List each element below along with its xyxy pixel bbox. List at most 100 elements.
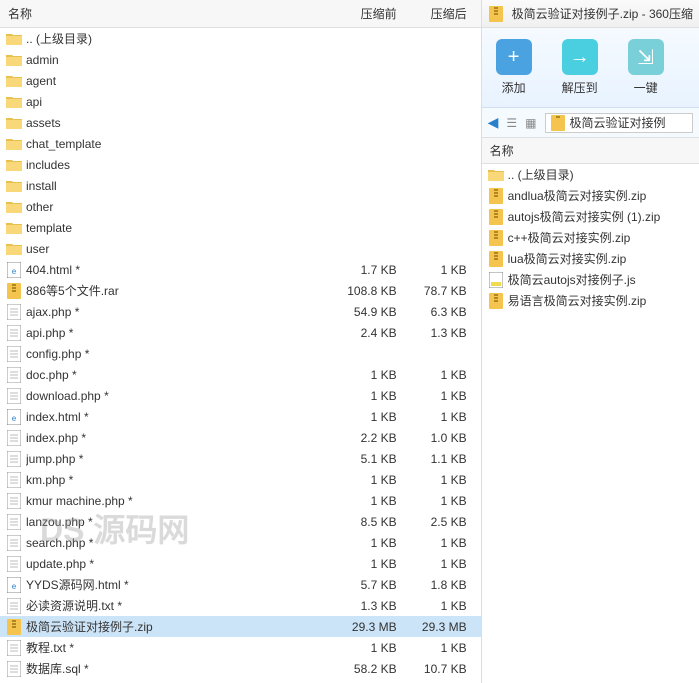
php-icon	[6, 535, 22, 551]
right-column-headers: 名称	[482, 138, 699, 164]
folder-icon	[6, 157, 22, 173]
left-file-list[interactable]: .. (上级目录) admin agent api assetschat_templat…	[0, 28, 481, 683]
file-row[interactable]: index.php *2.2 KB1.0 KB	[0, 427, 481, 448]
file-row[interactable]: api.php *2.4 KB1.3 KB	[0, 322, 481, 343]
file-name: 404.html *	[26, 263, 315, 277]
nav-path-field[interactable]: 极简云验证对接例	[545, 113, 693, 133]
file-row[interactable]: andlua极简云对接实例.zip	[482, 185, 699, 206]
right-file-list[interactable]: .. (上级目录)andlua极简云对接实例.zipautojs极简云对接实例 …	[482, 164, 699, 683]
file-row[interactable]: 数据库.sql *58.2 KB10.7 KB	[0, 658, 481, 679]
file-row[interactable]: 教程.txt *1 KB1 KB	[0, 637, 481, 658]
add-button[interactable]: + 添加	[490, 35, 538, 100]
file-row[interactable]: search.php *1 KB1 KB	[0, 532, 481, 553]
file-row[interactable]: template	[0, 217, 481, 238]
file-name: includes	[26, 158, 315, 172]
file-row[interactable]: config.php *	[0, 343, 481, 364]
file-row[interactable]: e404.html *1.7 KB1 KB	[0, 259, 481, 280]
php-icon	[6, 367, 22, 383]
folder-icon	[6, 199, 22, 215]
file-row[interactable]: 必读资源说明.txt *1.3 KB1 KB	[0, 595, 481, 616]
file-name: agent	[26, 74, 315, 88]
file-row[interactable]: .. (上级目录)	[0, 28, 481, 49]
file-row[interactable]: .. (上级目录)	[482, 164, 699, 185]
file-before-size: 1 KB	[315, 557, 405, 571]
folder-icon	[6, 220, 22, 236]
quick-icon: ⇲	[628, 39, 664, 75]
file-row[interactable]: api	[0, 91, 481, 112]
file-row[interactable]: user	[0, 238, 481, 259]
html-icon: e	[6, 409, 22, 425]
file-row[interactable]: doc.php *1 KB1 KB	[0, 364, 481, 385]
extract-icon: →	[562, 39, 598, 75]
php-icon	[6, 430, 22, 446]
file-after-size: 1.1 KB	[405, 452, 475, 466]
file-row[interactable]: eindex.html *1 KB1 KB	[0, 406, 481, 427]
file-row[interactable]: includes	[0, 154, 481, 175]
extract-button[interactable]: → 解压到	[556, 35, 604, 100]
nav-back-icon[interactable]: ◀	[488, 114, 499, 131]
folder-icon	[6, 178, 22, 194]
zip-icon	[488, 209, 504, 225]
file-before-size: 108.8 KB	[315, 284, 405, 298]
file-row[interactable]: 极简云autojs对接例子.js	[482, 269, 699, 290]
file-row[interactable]: install	[0, 175, 481, 196]
file-name: admin	[26, 53, 315, 67]
file-row[interactable]: ajax.php *54.9 KB6.3 KB	[0, 301, 481, 322]
file-after-size: 29.3 MB	[405, 620, 475, 634]
folder-icon	[6, 136, 22, 152]
file-name: download.php *	[26, 389, 315, 403]
file-before-size: 1 KB	[315, 494, 405, 508]
file-row[interactable]: kmur machine.php *1 KB1 KB	[0, 490, 481, 511]
php-icon	[6, 304, 22, 320]
file-after-size: 2.5 KB	[405, 515, 475, 529]
right-col-name[interactable]: 名称	[488, 142, 693, 159]
file-row[interactable]: other	[0, 196, 481, 217]
file-row[interactable]: agent	[0, 70, 481, 91]
file-row[interactable]: 易语言极简云对接实例.zip	[482, 290, 699, 311]
file-row[interactable]: c++极简云对接实例.zip	[482, 227, 699, 248]
file-row[interactable]: jump.php *5.1 KB1.1 KB	[0, 448, 481, 469]
file-before-size: 1 KB	[315, 536, 405, 550]
file-name: template	[26, 221, 315, 235]
left-file-pane: 名称 压缩前 压缩后 .. (上级目录)adminagentapiassetsc…	[0, 0, 482, 683]
col-after-header[interactable]: 压缩后	[405, 5, 475, 22]
zip-icon	[488, 251, 504, 267]
file-row[interactable]: admin	[0, 49, 481, 70]
file-before-size: 1 KB	[315, 389, 405, 403]
nav-list-icon[interactable]: ☰	[506, 116, 517, 130]
file-row[interactable]: 极简云验证对接例子.zip29.3 MB29.3 MB	[0, 616, 481, 637]
nav-grid-icon[interactable]: ▦	[525, 116, 536, 130]
file-name: index.php *	[26, 431, 315, 445]
file-after-size: 1 KB	[405, 557, 475, 571]
file-after-size: 1 KB	[405, 410, 475, 424]
zip-icon	[488, 6, 504, 22]
archive-title-bar: 极简云验证对接例子.zip - 360压缩	[482, 0, 699, 28]
file-before-size: 58.2 KB	[315, 662, 405, 676]
file-name: c++极简云对接实例.zip	[508, 229, 693, 246]
file-name: user	[26, 242, 315, 256]
col-before-header[interactable]: 压缩前	[315, 5, 405, 22]
file-row[interactable]: 886等5个文件.rar108.8 KB78.7 KB	[0, 280, 481, 301]
file-row[interactable]: eYYDS源码网.html *5.7 KB1.8 KB	[0, 574, 481, 595]
folder-icon	[6, 52, 22, 68]
file-row[interactable]: autojs极简云对接实例 (1).zip	[482, 206, 699, 227]
file-before-size: 5.1 KB	[315, 452, 405, 466]
file-row[interactable]: assets	[0, 112, 481, 133]
php-icon	[6, 325, 22, 341]
right-archive-pane: 极简云验证对接例子.zip - 360压缩 + 添加 → 解压到 ⇲ 一键 ◀ …	[482, 0, 699, 683]
file-name: api	[26, 95, 315, 109]
file-after-size: 1 KB	[405, 389, 475, 403]
file-row[interactable]: lua极简云对接实例.zip	[482, 248, 699, 269]
file-row[interactable]: chat_template	[0, 133, 481, 154]
file-name: config.php *	[26, 347, 315, 361]
file-row[interactable]: km.php *1 KB1 KB	[0, 469, 481, 490]
quick-button[interactable]: ⇲ 一键	[622, 35, 670, 100]
file-row[interactable]: lanzou.php *8.5 KB2.5 KB	[0, 511, 481, 532]
file-after-size: 1 KB	[405, 368, 475, 382]
file-row[interactable]: download.php *1 KB1 KB	[0, 385, 481, 406]
col-name-header[interactable]: 名称	[6, 5, 315, 22]
file-name: doc.php *	[26, 368, 315, 382]
file-row[interactable]: update.php *1 KB1 KB	[0, 553, 481, 574]
folder-icon	[488, 167, 504, 183]
php-icon	[6, 514, 22, 530]
